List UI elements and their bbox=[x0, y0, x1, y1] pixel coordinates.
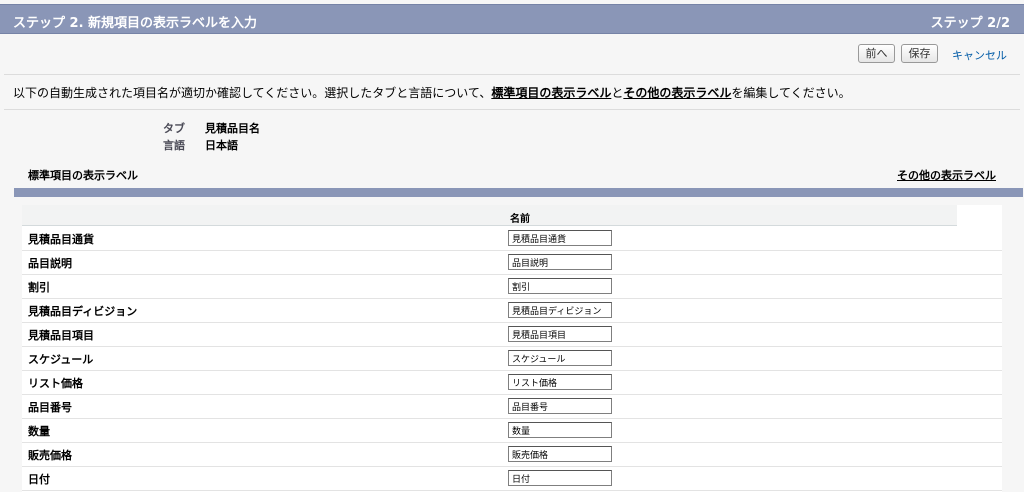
name-field[interactable] bbox=[508, 470, 612, 486]
row-label: 数量 bbox=[28, 425, 50, 438]
table-row: スケジュール bbox=[22, 347, 1002, 371]
divider bbox=[4, 74, 1020, 75]
row-label: 品目説明 bbox=[28, 257, 72, 270]
table-row: 見積品目項目 bbox=[22, 323, 1002, 347]
name-field[interactable] bbox=[508, 230, 612, 246]
table-row: 数量 bbox=[22, 419, 1002, 443]
name-field[interactable] bbox=[508, 302, 612, 318]
tab-value: 見積品目名 bbox=[205, 122, 260, 135]
section-title: 標準項目の表示ラベル bbox=[28, 169, 138, 182]
table-row: 日付 bbox=[22, 467, 1002, 491]
standard-labels-link[interactable]: 標準項目の表示ラベル bbox=[491, 86, 611, 100]
row-label: 日付 bbox=[28, 473, 50, 486]
row-label: 割引 bbox=[28, 281, 50, 294]
name-field[interactable] bbox=[508, 254, 612, 270]
name-field[interactable] bbox=[508, 350, 612, 366]
divider bbox=[4, 109, 1020, 110]
name-field[interactable] bbox=[508, 326, 612, 342]
row-label: 販売価格 bbox=[28, 449, 72, 462]
other-labels-section-link[interactable]: その他の表示ラベル bbox=[897, 167, 996, 183]
labels-table: 名前 見積品目通貨品目説明割引見積品目ディビジョン見積品目項目スケジュールリスト… bbox=[22, 205, 1002, 492]
language-value: 日本語 bbox=[205, 139, 238, 152]
row-label: スケジュール bbox=[28, 353, 94, 366]
page-title: ステップ 2. 新規項目の表示ラベルを入力 bbox=[13, 16, 258, 31]
section-bar bbox=[14, 188, 1023, 197]
step-indicator: ステップ 2/2 bbox=[930, 16, 1010, 31]
cancel-link[interactable]: キャンセル bbox=[952, 47, 1007, 63]
table-header: 名前 bbox=[22, 205, 957, 226]
table-row: 品目番号 bbox=[22, 395, 1002, 419]
row-label: 見積品目項目 bbox=[28, 329, 94, 342]
row-label: 見積品目ディビジョン bbox=[28, 305, 138, 318]
column-header-name: 名前 bbox=[510, 214, 530, 225]
instruction-text: 以下の自動生成された項目名が適切か確認してください。選択したタブと言語について、… bbox=[13, 84, 851, 101]
instruction-part: 以下の自動生成された項目名が適切か確認してください。選択したタブと言語について、 bbox=[13, 86, 492, 100]
name-field[interactable] bbox=[508, 278, 612, 294]
table-row: 販売価格 bbox=[22, 443, 1002, 467]
row-label: 品目番号 bbox=[28, 401, 72, 414]
table-row: 品目説明 bbox=[22, 251, 1002, 275]
page-header: ステップ 2. 新規項目の表示ラベルを入力 ステップ 2/2 bbox=[0, 4, 1024, 34]
prev-button[interactable]: 前へ bbox=[858, 44, 895, 63]
table-row: 割引 bbox=[22, 275, 1002, 299]
name-field[interactable] bbox=[508, 446, 612, 462]
tab-label: タブ bbox=[163, 122, 185, 135]
instruction-part: を編集してください。 bbox=[731, 86, 851, 100]
button-row: 前へ 保存 キャンセル bbox=[0, 34, 1024, 74]
language-label: 言語 bbox=[163, 139, 185, 152]
table-row: 見積品目通貨 bbox=[22, 227, 1002, 251]
row-label: 見積品目通貨 bbox=[28, 233, 94, 246]
name-field[interactable] bbox=[508, 398, 612, 414]
row-label: リスト価格 bbox=[28, 377, 83, 390]
page: ステップ 2. 新規項目の表示ラベルを入力 ステップ 2/2 前へ 保存 キャン… bbox=[0, 0, 1024, 492]
save-button[interactable]: 保存 bbox=[901, 44, 938, 63]
name-field[interactable] bbox=[508, 422, 612, 438]
table-row: リスト価格 bbox=[22, 371, 1002, 395]
other-labels-link[interactable]: その他の表示ラベル bbox=[623, 86, 731, 100]
name-field[interactable] bbox=[508, 374, 612, 390]
instruction-part: と bbox=[611, 86, 624, 100]
table-row: 見積品目ディビジョン bbox=[22, 299, 1002, 323]
